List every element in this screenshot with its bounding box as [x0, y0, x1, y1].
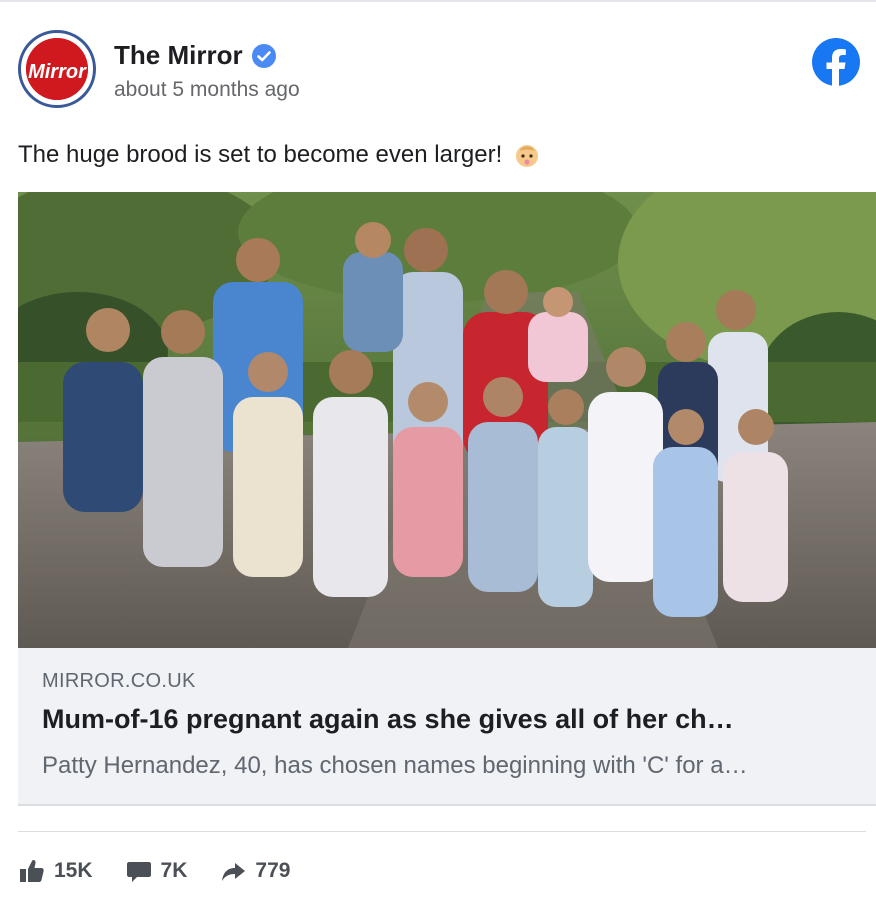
page-name[interactable]: The Mirror: [114, 40, 243, 71]
engagement-bar: 15K 7K 779: [18, 857, 322, 885]
share-count: 779: [255, 859, 291, 882]
divider: [18, 831, 866, 832]
thumbs-up-icon: [20, 859, 44, 882]
share-button[interactable]: 779: [219, 857, 290, 885]
avatar[interactable]: Mirror: [18, 30, 96, 108]
like-button[interactable]: 15K: [18, 857, 93, 885]
share-arrow-icon: [222, 863, 246, 881]
verified-badge-icon: [251, 43, 276, 68]
page-name-row: The Mirror: [114, 40, 277, 71]
post-timestamp[interactable]: about 5 months ago: [114, 78, 300, 102]
link-description: Patty Hernandez, 40, has chosen names be…: [42, 752, 748, 779]
baby-emoji-icon: [516, 145, 539, 167]
facebook-icon[interactable]: [812, 38, 860, 86]
comment-icon: [126, 862, 151, 882]
article-photo[interactable]: [18, 192, 876, 648]
like-count: 15K: [54, 859, 93, 882]
post-message: The huge brood is set to become even lar…: [18, 140, 542, 170]
link-domain: MIRROR.CO.UK: [42, 670, 196, 692]
link-preview[interactable]: MIRROR.CO.UK Mum-of-16 pregnant again as…: [18, 648, 876, 806]
comment-count: 7K: [160, 859, 188, 882]
post-header: Mirror The Mirror about 5 months ago: [18, 30, 868, 112]
embedded-facebook-post: Mirror The Mirror about 5 months ago The…: [0, 0, 876, 902]
link-title[interactable]: Mum-of-16 pregnant again as she gives al…: [42, 704, 862, 735]
comment-button[interactable]: 7K: [125, 857, 188, 885]
post-message-text: The huge brood is set to become even lar…: [18, 141, 503, 168]
avatar-logo-text: Mirror: [28, 61, 87, 83]
mirror-logo-icon: Mirror: [26, 38, 88, 100]
